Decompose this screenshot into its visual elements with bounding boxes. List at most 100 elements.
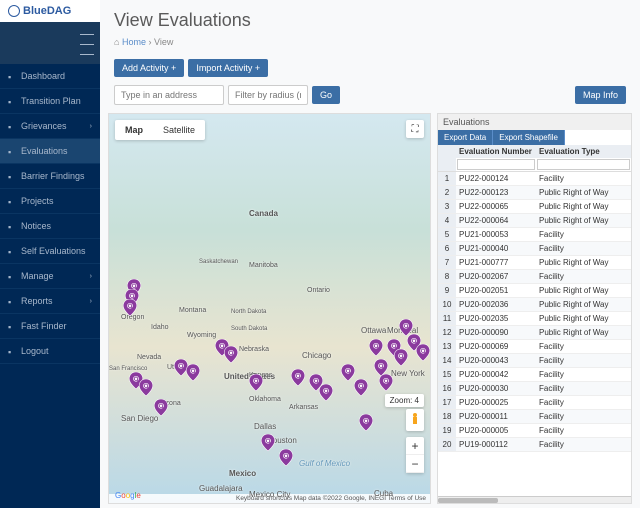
sidebar-item-grievances[interactable]: ▪Grievances›	[0, 114, 100, 139]
map-marker[interactable]	[394, 349, 408, 366]
map-marker[interactable]	[279, 449, 293, 466]
cell-evaluation-number: PU20-000069	[456, 340, 536, 353]
import-activity-button[interactable]: Import Activity +	[188, 59, 268, 77]
sidebar-item-self-evaluations[interactable]: ▪Self Evaluations	[0, 239, 100, 264]
map-marker[interactable]	[291, 369, 305, 386]
map-marker[interactable]	[416, 344, 430, 361]
sidebar-item-dashboard[interactable]: ▪Dashboard	[0, 64, 100, 89]
table-row[interactable]: 3PU22-000065Public Right of Way	[438, 200, 631, 214]
col-evaluation-number[interactable]: Evaluation Number	[456, 145, 536, 158]
map-marker[interactable]	[319, 384, 333, 401]
radius-input[interactable]	[228, 85, 308, 105]
evaluations-table-panel: Evaluations Export Data Export Shapefile…	[437, 113, 632, 504]
map-tab-map[interactable]: Map	[115, 120, 153, 140]
table-header: Evaluation Number Evaluation Type	[438, 145, 631, 158]
cell-evaluation-type: Public Right of Way	[536, 256, 631, 269]
cell-evaluation-type: Facility	[536, 424, 631, 437]
chevron-right-icon: ›	[90, 298, 92, 305]
cell-evaluation-type: Facility	[536, 396, 631, 409]
breadcrumb-home[interactable]: Home	[122, 37, 146, 47]
table-row[interactable]: 15PU20-000042Facility	[438, 368, 631, 382]
sidebar-item-transition-plan[interactable]: ▪Transition Plan	[0, 89, 100, 114]
cell-evaluation-number: PU21-000040	[456, 242, 536, 255]
table-row[interactable]: 18PU20-000011Facility	[438, 410, 631, 424]
map-marker[interactable]	[359, 414, 373, 431]
sidebar-item-reports[interactable]: ▪Reports›	[0, 289, 100, 314]
filter-type-input[interactable]	[537, 159, 630, 170]
filter-number-input[interactable]	[457, 159, 535, 170]
logo[interactable]: BlueDAG	[0, 0, 100, 22]
nav-icon: ▪	[8, 322, 16, 330]
sidebar-item-fast-finder[interactable]: ▪Fast Finder	[0, 314, 100, 339]
cell-evaluation-number: PU22-000065	[456, 200, 536, 213]
map-marker[interactable]	[139, 379, 153, 396]
table-row[interactable]: 13PU20-000069Facility	[438, 340, 631, 354]
breadcrumb-current: View	[154, 37, 173, 47]
table-row[interactable]: 5PU21-000053Facility	[438, 228, 631, 242]
table-row[interactable]: 8PU20-002067Facility	[438, 270, 631, 284]
nav-label: Dashboard	[21, 71, 65, 81]
table-row[interactable]: 4PU22-000064Public Right of Way	[438, 214, 631, 228]
map-marker[interactable]	[249, 374, 263, 391]
cell-evaluation-number: PU20-002035	[456, 312, 536, 325]
map-marker[interactable]	[123, 299, 137, 316]
cell-evaluation-type: Facility	[536, 354, 631, 367]
map-marker[interactable]	[261, 434, 275, 451]
table-row[interactable]: 2PU22-000123Public Right of Way	[438, 186, 631, 200]
sidebar-item-barrier-findings[interactable]: ▪Barrier Findings	[0, 164, 100, 189]
horizontal-scrollbar[interactable]	[438, 496, 631, 503]
table-row[interactable]: 17PU20-000025Facility	[438, 396, 631, 410]
table-row[interactable]: 20PU19-000112Facility	[438, 438, 631, 452]
table-row[interactable]: 7PU21-000777Public Right of Way	[438, 256, 631, 270]
map-marker[interactable]	[154, 399, 168, 416]
go-button[interactable]: Go	[312, 86, 340, 104]
nav-label: Logout	[21, 346, 49, 356]
nav-icon: ▪	[8, 197, 16, 205]
nav-icon: ▪	[8, 172, 16, 180]
cell-evaluation-number: PU20-000005	[456, 424, 536, 437]
cell-evaluation-number: PU21-000777	[456, 256, 536, 269]
map-marker[interactable]	[354, 379, 368, 396]
address-input[interactable]	[114, 85, 224, 105]
map-marker[interactable]	[379, 374, 393, 391]
map-marker[interactable]	[369, 339, 383, 356]
sidebar-item-logout[interactable]: ▪Logout	[0, 339, 100, 364]
fullscreen-button[interactable]: ⛶	[406, 120, 424, 138]
zoom-control: + −	[406, 437, 424, 473]
add-activity-button[interactable]: Add Activity +	[114, 59, 184, 77]
zoom-out-button[interactable]: −	[406, 455, 424, 473]
nav-label: Evaluations	[21, 146, 68, 156]
zoom-in-button[interactable]: +	[406, 437, 424, 455]
map-marker[interactable]	[186, 364, 200, 381]
export-data-button[interactable]: Export Data	[438, 130, 493, 145]
chevron-right-icon: ›	[90, 123, 92, 130]
map-info-button[interactable]: Map Info	[575, 86, 626, 104]
hamburger-button[interactable]	[0, 22, 100, 64]
table-row[interactable]: 12PU20-000090Public Right of Way	[438, 326, 631, 340]
sidebar-item-notices[interactable]: ▪Notices	[0, 214, 100, 239]
map-marker[interactable]	[224, 346, 238, 363]
sidebar-item-evaluations[interactable]: ▪ Evaluations	[0, 139, 100, 164]
table-row[interactable]: 11PU20-002035Public Right of Way	[438, 312, 631, 326]
table-row[interactable]: 10PU20-002036Public Right of Way	[438, 298, 631, 312]
map[interactable]: Map Satellite ⛶ Zoom: 4 + − Canada Unite…	[108, 113, 431, 504]
col-evaluation-type[interactable]: Evaluation Type	[536, 145, 631, 158]
map-tab-satellite[interactable]: Satellite	[153, 120, 205, 140]
cell-evaluation-type: Facility	[536, 410, 631, 423]
table-row[interactable]: 9PU20-002051Public Right of Way	[438, 284, 631, 298]
table-row[interactable]: 16PU20-000030Facility	[438, 382, 631, 396]
zoom-label: Zoom: 4	[385, 394, 424, 407]
cell-evaluation-type: Public Right of Way	[536, 312, 631, 325]
nav-icon: ▪	[8, 147, 16, 155]
export-shapefile-button[interactable]: Export Shapefile	[493, 130, 565, 145]
pegman-button[interactable]	[406, 409, 424, 431]
table-row[interactable]: 6PU21-000040Facility	[438, 242, 631, 256]
table-row[interactable]: 1PU22-000124Facility	[438, 172, 631, 186]
map-marker[interactable]	[341, 364, 355, 381]
table-row[interactable]: 14PU20-000043Facility	[438, 354, 631, 368]
plus-icon: +	[255, 63, 260, 73]
table-row[interactable]: 19PU20-000005Facility	[438, 424, 631, 438]
sidebar-item-manage[interactable]: ▪Manage›	[0, 264, 100, 289]
map-country-label: Mexico	[229, 469, 256, 478]
sidebar-item-projects[interactable]: ▪Projects	[0, 189, 100, 214]
